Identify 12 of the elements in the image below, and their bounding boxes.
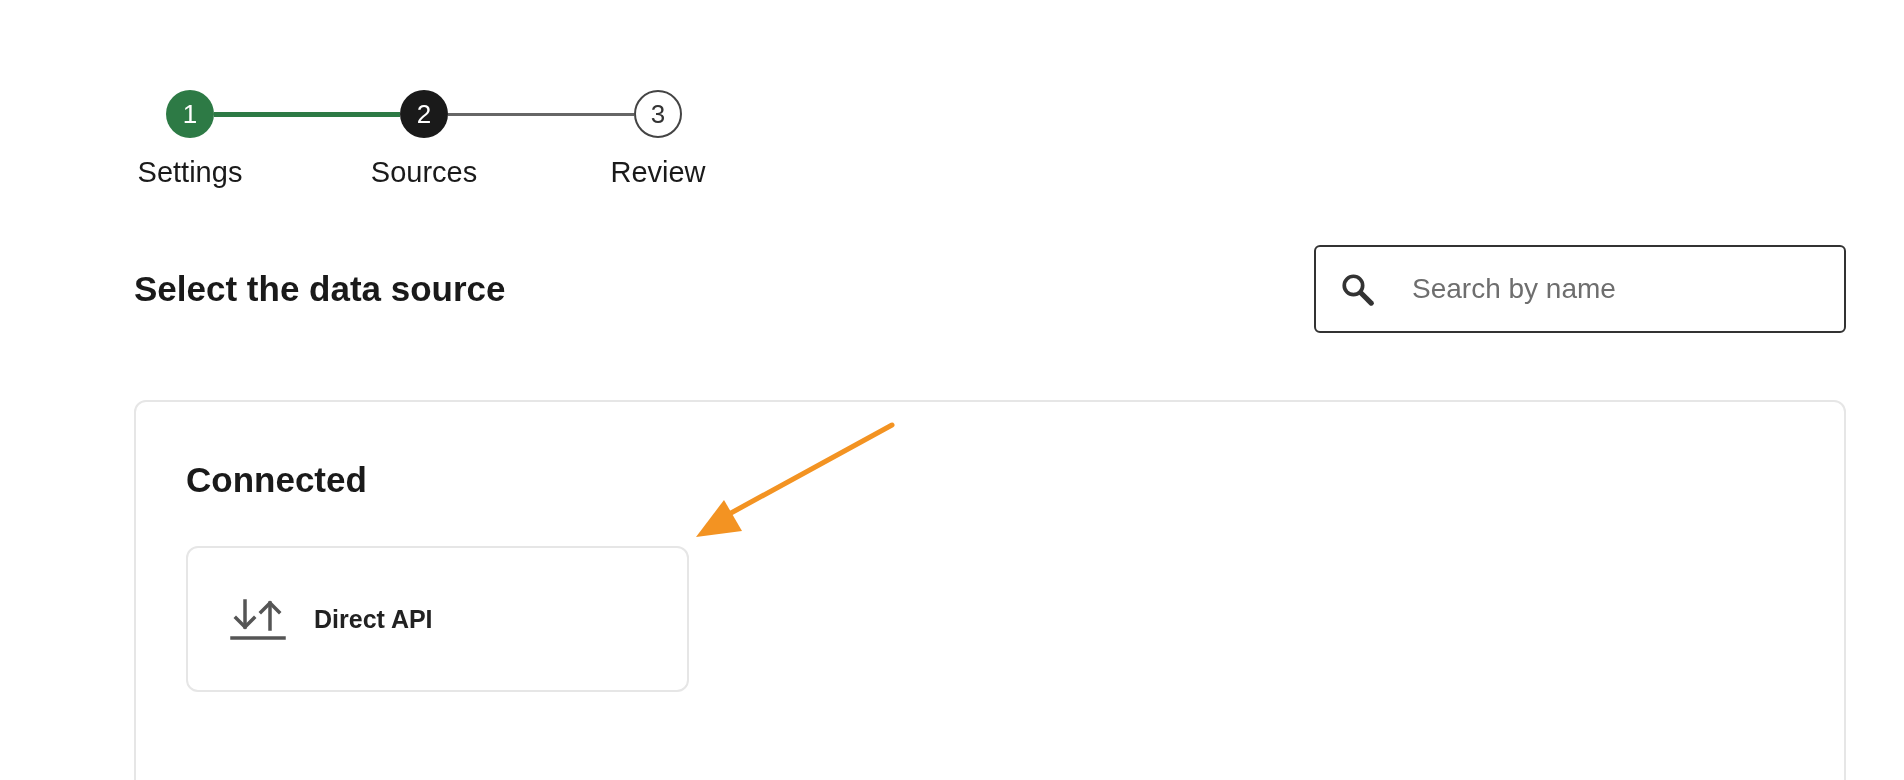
step-number: 3 [634,90,682,138]
upload-download-icon [230,597,286,641]
step-label: Sources [370,156,478,189]
step-number: 2 [400,90,448,138]
page-title: Select the data source [134,269,506,309]
step-number: 1 [166,90,214,138]
source-tile[interactable]: Direct API [186,546,689,692]
section-title: Connected [186,460,368,500]
step-label: Review [610,156,706,189]
step-label: Settings [137,156,243,189]
search-icon [1340,272,1374,306]
search-field[interactable]: Search by name [1314,245,1846,333]
